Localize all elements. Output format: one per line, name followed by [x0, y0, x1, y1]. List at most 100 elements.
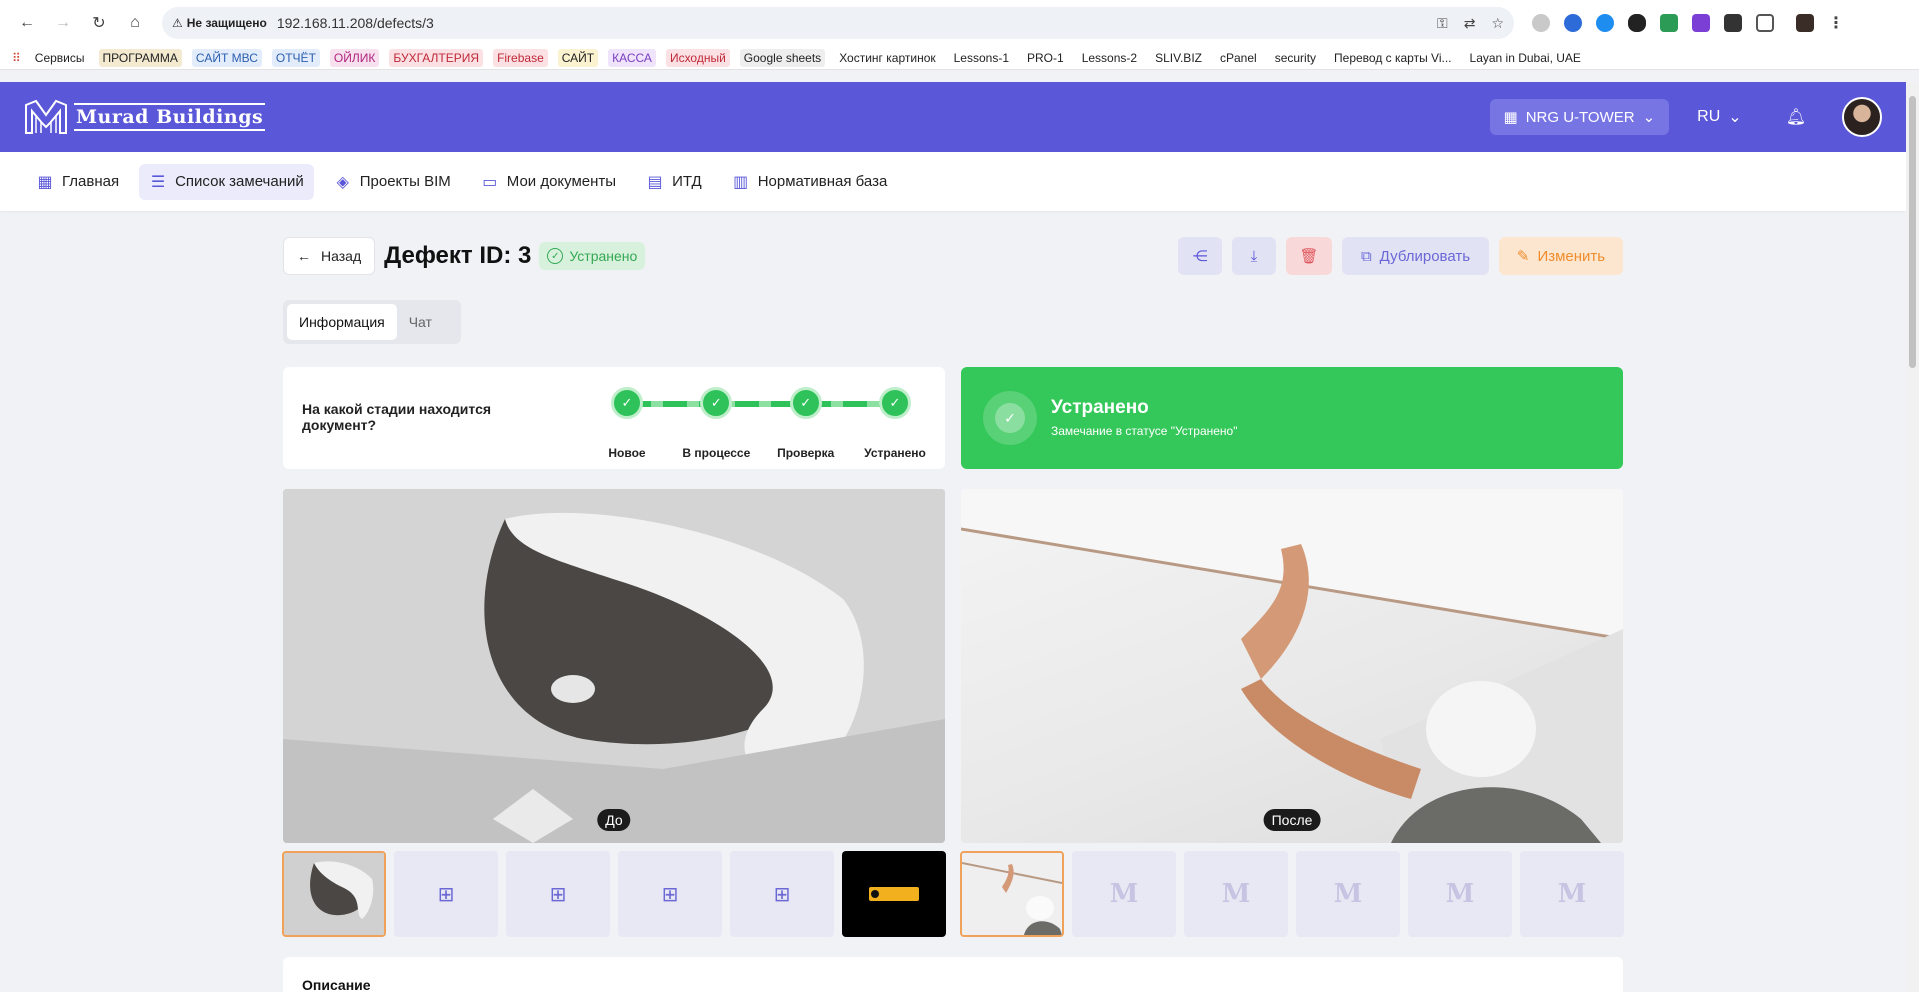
nav-item-label: Главная	[62, 173, 120, 190]
bell-icon[interactable]: 🔔︎	[1786, 107, 1806, 127]
bookmark-item[interactable]: cPanel	[1216, 49, 1261, 67]
star-icon[interactable]: ☆	[1491, 15, 1504, 32]
duplicate-button[interactable]: ⧉ Дублировать	[1342, 237, 1489, 275]
video-thumbnail[interactable]	[842, 851, 946, 937]
bookmark-item[interactable]: Lessons-1	[950, 49, 1013, 67]
translate-icon[interactable]: ⇄	[1464, 15, 1476, 32]
back-label: Назад	[321, 248, 362, 264]
project-name: NRG U-TOWER	[1525, 108, 1635, 126]
bookmark-item[interactable]: САЙТ	[557, 48, 599, 67]
step-label: Проверка	[777, 446, 835, 460]
browser-profile-avatar[interactable]	[1796, 14, 1814, 32]
page-title: Дефект ID: 3	[384, 242, 532, 269]
delete-button[interactable]: 🗑︎	[1286, 237, 1332, 275]
bookmark-item[interactable]: Исходный	[665, 48, 730, 67]
url-text[interactable]: 192.168.11.208/defects/3	[277, 15, 434, 31]
bookmark-item[interactable]: ОТЧЁТ	[271, 48, 320, 67]
add-photo-slot[interactable]: ⊞	[506, 851, 610, 937]
step-label: В процессе	[682, 446, 751, 460]
nav-item-label: Мои документы	[506, 173, 617, 190]
bookmark-item[interactable]: КАССА	[608, 48, 656, 67]
after-photo[interactable]: После	[961, 489, 1623, 843]
step-label: Устранено	[864, 446, 926, 460]
tab-info[interactable]: Информация	[287, 304, 397, 340]
nav-item-3[interactable]: ◈ Проекты BIM	[324, 164, 461, 200]
page-scrollbar[interactable]	[1906, 82, 1919, 992]
nav-item-6[interactable]: ▥ Нормативная база	[722, 164, 898, 200]
key-icon[interactable]: ⚿	[1437, 15, 1448, 32]
after-thumbnail[interactable]	[960, 851, 1064, 937]
status-card-title: Устранено	[1051, 397, 1149, 418]
share-button[interactable]: ⋲	[1178, 237, 1222, 275]
bookmark-item[interactable]: SLIV.BIZ	[1151, 49, 1206, 67]
bookmarks-bar: ⠿ Сервисы ПРОГРАММА САЙТ МВС ОТЧЁТ ОЙЛИК БУХГА…	[0, 46, 1919, 70]
bookmark-item[interactable]: ПРОГРАММА	[98, 48, 182, 67]
app-header: Murad Buildings ▦ NRG U-TOWER ⌄ RU ⌄ 🔔︎	[0, 82, 1906, 152]
bookmark-item[interactable]: Перевод с карты Vi...	[1330, 49, 1455, 67]
edit-button[interactable]: ✎ Изменить	[1499, 237, 1623, 275]
nav-item-5[interactable]: ▤ ИТД	[636, 164, 712, 200]
grid-icon: ▦	[37, 173, 53, 191]
before-thumbnail[interactable]	[282, 851, 386, 937]
address-bar[interactable]: ⚠ Не защищено 192.168.11.208/defects/3 ⚿…	[162, 7, 1514, 39]
insecure-indicator[interactable]: ⚠ Не защищено	[172, 16, 277, 30]
shazam-extension-icon[interactable]	[1596, 14, 1614, 32]
tabs: Информация Чат	[283, 300, 461, 344]
reload-icon[interactable]: ↻	[84, 8, 114, 38]
forward-arrow-icon[interactable]: →	[48, 8, 78, 38]
tab-chat[interactable]: Чат	[397, 304, 444, 340]
placeholder-logo-icon: M	[1408, 851, 1512, 937]
puzzle-icon[interactable]	[1756, 14, 1774, 32]
before-label: До	[597, 809, 631, 831]
brand-logo[interactable]: Murad Buildings	[24, 99, 266, 135]
status-card-subtitle: Замечание в статусе "Устранено"	[1051, 424, 1238, 438]
step-check-icon: ✓	[879, 387, 911, 419]
back-arrow-icon[interactable]: ←	[12, 8, 42, 38]
back-button[interactable]: ← Назад	[283, 237, 376, 275]
add-photo-slot[interactable]: ⊞	[618, 851, 722, 937]
add-photo-slot[interactable]: ⊞	[730, 851, 834, 937]
bookmark-item[interactable]: ОЙЛИК	[329, 48, 380, 67]
home-icon[interactable]: ⌂	[120, 8, 150, 38]
step-check-icon: ✓	[611, 387, 643, 419]
language-selector[interactable]: RU ⌄	[1697, 107, 1742, 127]
purple-extension-icon[interactable]	[1692, 14, 1710, 32]
user-avatar[interactable]	[1842, 97, 1882, 137]
add-photo-slot[interactable]: ⊞	[394, 851, 498, 937]
zm-extension-icon[interactable]	[1564, 14, 1582, 32]
bookmark-item[interactable]: САЙТ МВС	[191, 48, 262, 67]
abp-extension-icon[interactable]	[1532, 14, 1550, 32]
scroll-thumb[interactable]	[1909, 96, 1916, 368]
step-check-icon: ✓	[700, 387, 733, 419]
add-image-icon: ⊞	[661, 883, 679, 906]
action-buttons: ⋲ ⤓ 🗑︎ ⧉ Дублировать ✎ Изменить	[1178, 237, 1623, 275]
description-card: Описание	[283, 957, 1623, 992]
language-label: RU	[1697, 108, 1721, 125]
bookmark-item[interactable]: PRO-1	[1023, 49, 1068, 67]
grid-extension-icon[interactable]	[1660, 14, 1678, 32]
bookmark-item[interactable]: Firebase	[493, 48, 548, 67]
after-label: После	[1263, 809, 1321, 831]
bookmark-item[interactable]: БУХГАЛТЕРИЯ	[389, 48, 484, 67]
download-button[interactable]: ⤓	[1232, 237, 1276, 275]
grid-icon: ▦	[1503, 109, 1518, 126]
stage-question: На какой стадии находится документ?	[302, 401, 492, 433]
status-check-icon: ✓	[983, 391, 1037, 445]
bookmark-item[interactable]: Google sheets	[739, 48, 826, 67]
nav-item-4[interactable]: ▭ Мои документы	[471, 164, 626, 200]
defect-titlebar: ← Назад Дефект ID: 3 ✓ Устранено ⋲ ⤓ 🗑︎ …	[283, 236, 1623, 276]
bookmark-item[interactable]: Хостинг картинок	[835, 49, 939, 67]
bookmark-item[interactable]: security	[1271, 49, 1320, 67]
incognito-extension-icon[interactable]	[1724, 14, 1742, 32]
bookmark-item[interactable]: Layan in Dubai, UAE	[1466, 49, 1585, 67]
bookmark-item[interactable]: Lessons-2	[1078, 49, 1141, 67]
project-selector[interactable]: ▦ NRG U-TOWER ⌄	[1489, 99, 1670, 135]
nav-item-2[interactable]: ☰ Список замечаний	[139, 163, 314, 200]
kebab-menu-icon[interactable]: ⋮	[1828, 13, 1844, 33]
apps-grid-icon[interactable]: ⠿	[12, 51, 21, 65]
add-image-icon: ⊞	[437, 883, 455, 906]
bookmark-item[interactable]: Сервисы	[31, 49, 89, 67]
before-photo[interactable]: До	[283, 489, 945, 843]
nav-item-1[interactable]: ▦ Главная	[26, 164, 129, 200]
dark-extension-icon[interactable]	[1628, 14, 1646, 32]
